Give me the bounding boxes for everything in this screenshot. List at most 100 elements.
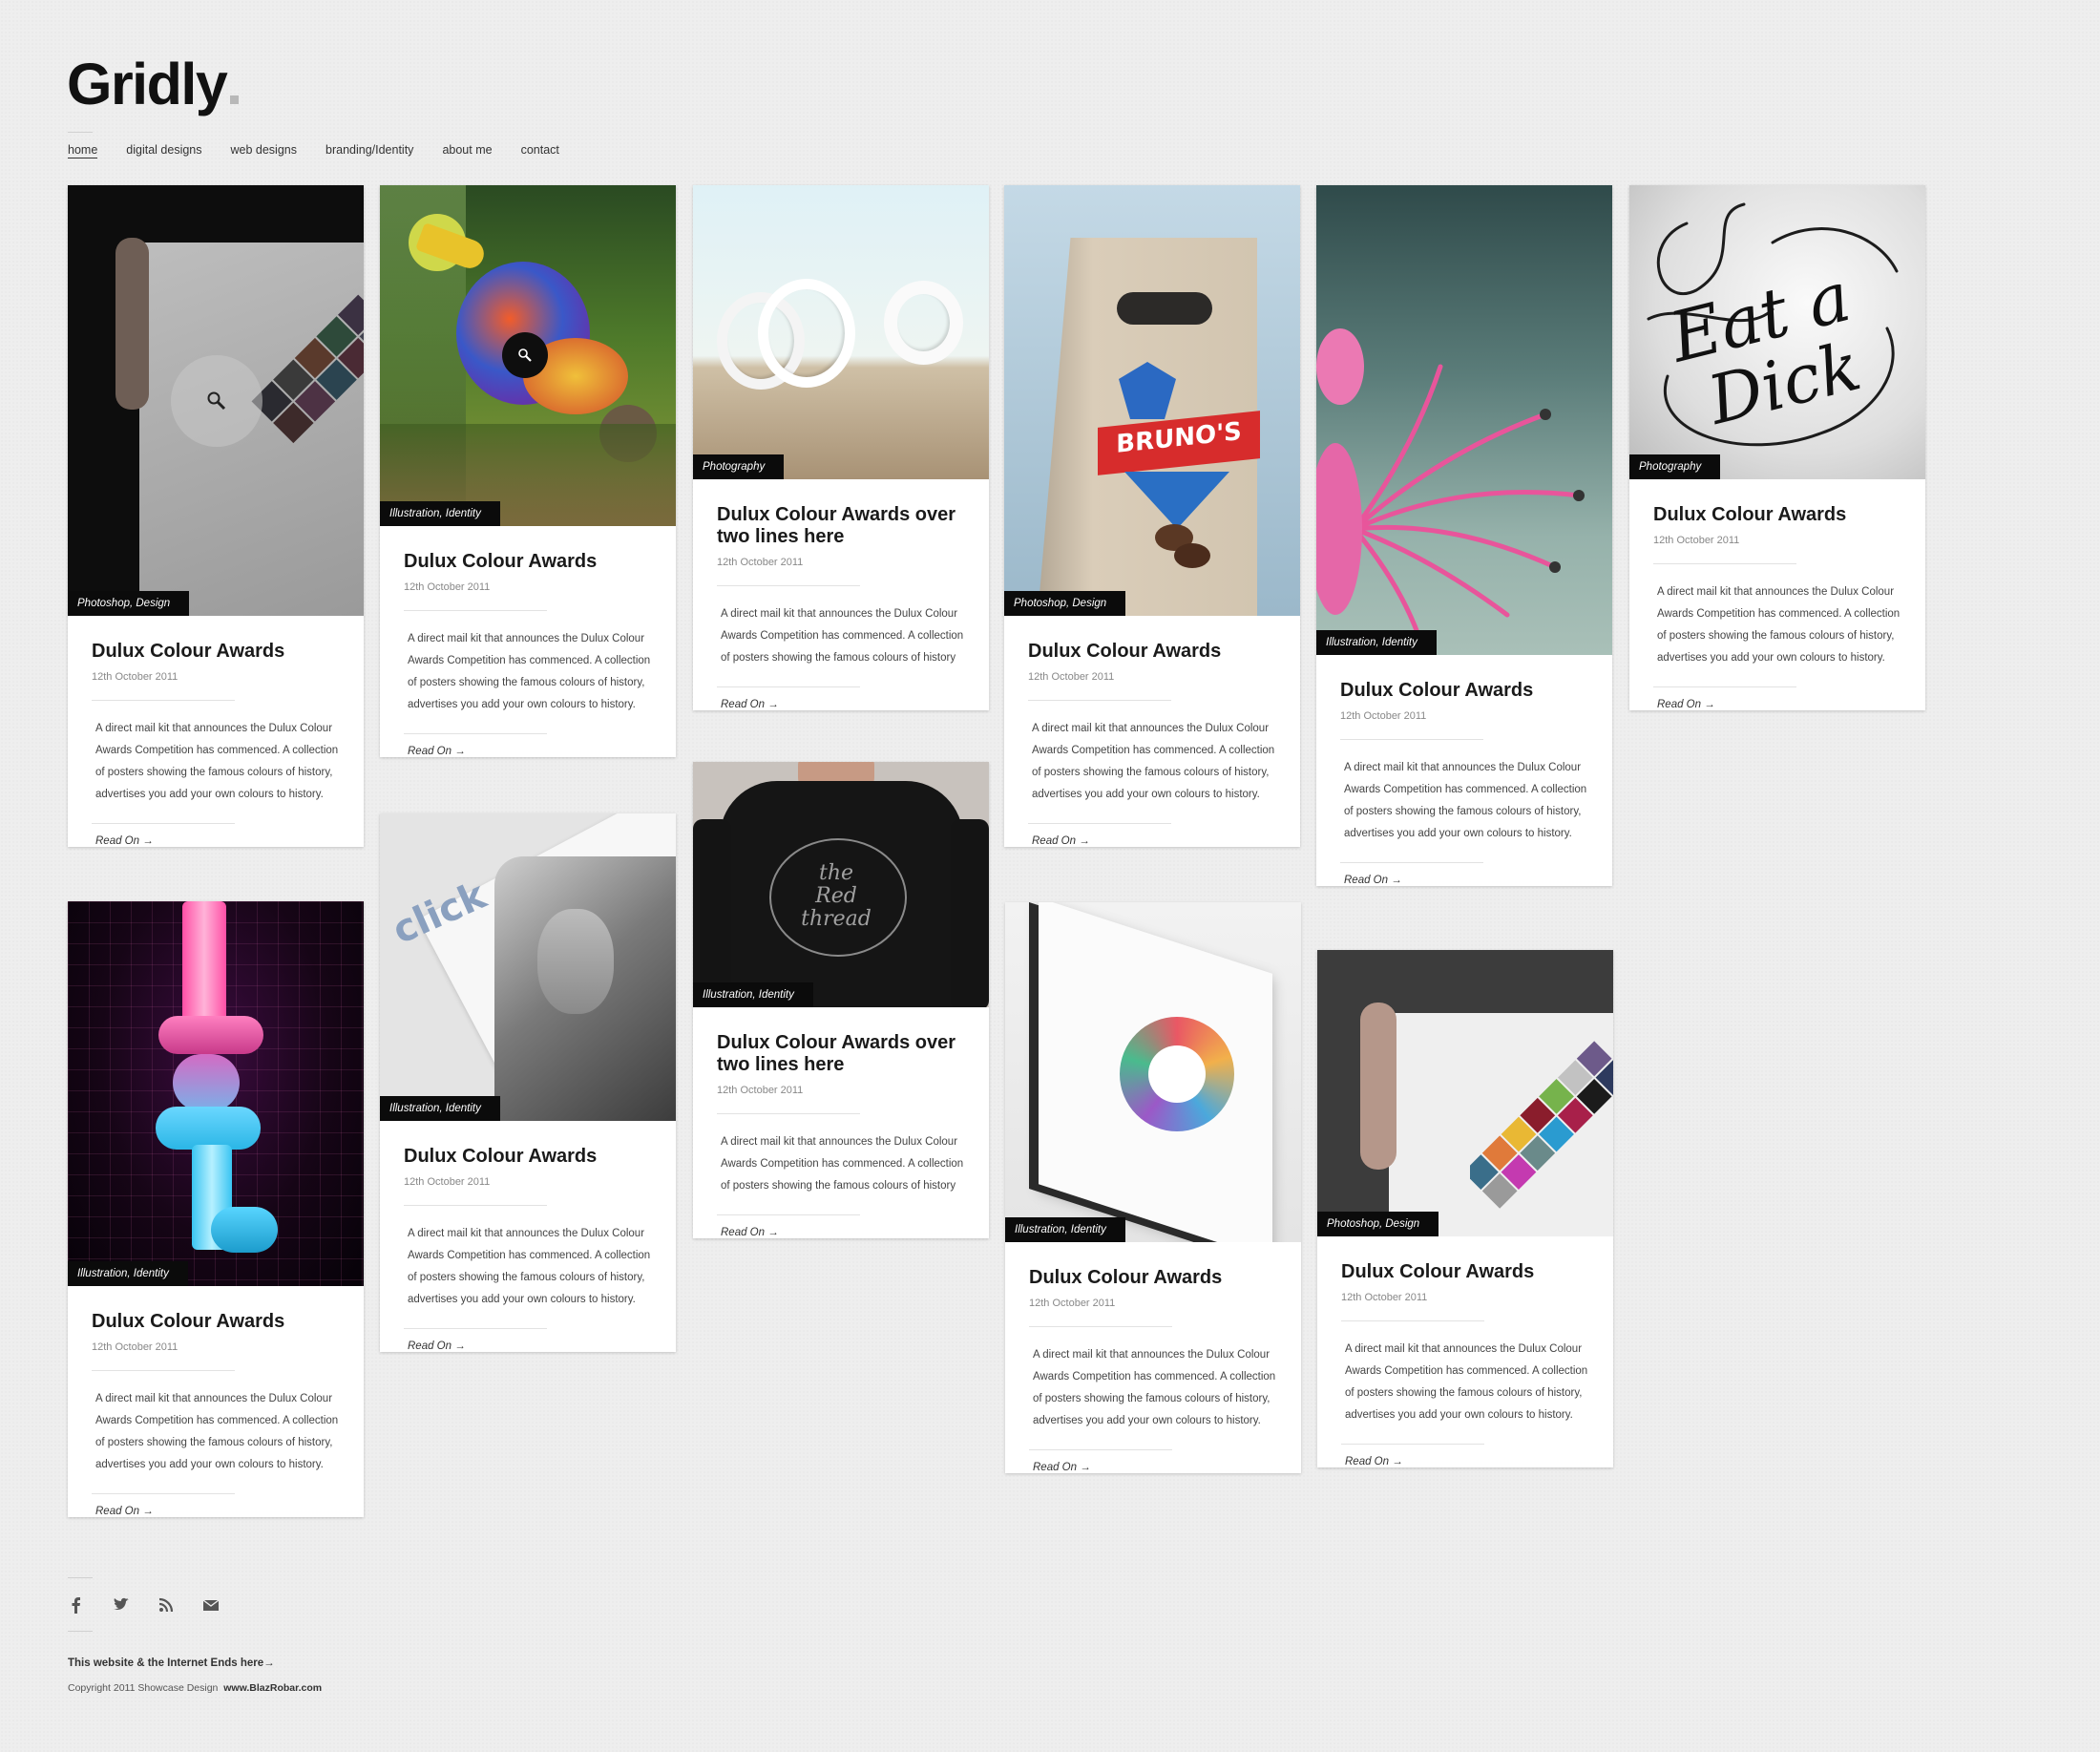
- card-thumbnail[interactable]: Illustration, Identity: [68, 901, 364, 1286]
- read-on-link[interactable]: Read On →: [92, 1506, 340, 1517]
- post-title[interactable]: Dulux Colour Awards: [92, 641, 340, 663]
- category-tag[interactable]: Photography: [1629, 454, 1721, 479]
- post-date: 12th October 2011: [717, 557, 804, 568]
- post-date: 12th October 2011: [1340, 710, 1427, 722]
- search-icon: [518, 348, 532, 362]
- divider: [92, 823, 235, 824]
- card-thumbnail[interactable]: Photoshop, Design: [1317, 950, 1613, 1236]
- nav-digital-designs[interactable]: digital designs: [126, 143, 201, 158]
- card-thumbnail[interactable]: Illustration, Identity: [1316, 185, 1612, 655]
- card-thumbnail[interactable]: Photography: [693, 185, 989, 479]
- post-description: A direct mail kit that announces the Dul…: [408, 1228, 651, 1305]
- post-title[interactable]: Dulux Colour Awards: [1028, 641, 1276, 663]
- divider: [717, 1113, 860, 1114]
- read-on-link[interactable]: Read On →: [92, 835, 340, 847]
- post-date: 12th October 2011: [404, 1176, 491, 1188]
- category-tag[interactable]: Illustration, Identity: [693, 982, 813, 1007]
- divider: [92, 1370, 235, 1371]
- post-date: 12th October 2011: [717, 1085, 804, 1096]
- post-title[interactable]: Dulux Colour Awards: [1653, 504, 1901, 526]
- category-tag[interactable]: Photoshop, Design: [1004, 591, 1126, 616]
- footer-copyright: Copyright 2011 Showcase Design www.BlazR…: [68, 1682, 322, 1694]
- divider: [404, 1328, 547, 1329]
- card-thumbnail[interactable]: BRUNO'S Photoshop, Design: [1004, 185, 1300, 616]
- read-on-link[interactable]: Read On →: [404, 1340, 652, 1352]
- divider: [1029, 1449, 1172, 1450]
- main-nav: home digital designs web designs brandin…: [68, 143, 559, 158]
- post-date: 12th October 2011: [1029, 1298, 1116, 1309]
- rss-icon[interactable]: [158, 1597, 174, 1613]
- card-thumbnail[interactable]: Illustration, Identity: [380, 185, 676, 526]
- portfolio-card: Photoshop, Design Dulux Colour Awards 12…: [68, 185, 364, 847]
- portfolio-card: click Illustration, Identity Dulux Colou…: [380, 813, 676, 1352]
- category-tag[interactable]: Illustration, Identity: [1316, 630, 1437, 655]
- portfolio-card: Eat a Dick Photography Dulux Colour Awar…: [1629, 185, 1925, 710]
- divider: [1028, 823, 1171, 824]
- read-on-link[interactable]: Read On →: [1029, 1462, 1277, 1473]
- nav-home[interactable]: home: [68, 143, 98, 158]
- search-icon: [207, 391, 226, 411]
- logo-text: Gridly: [67, 52, 228, 116]
- mail-icon[interactable]: [202, 1598, 220, 1612]
- nav-web-designs[interactable]: web designs: [231, 143, 298, 158]
- read-on-link[interactable]: Read On →: [404, 746, 652, 757]
- read-on-link[interactable]: Read On →: [717, 1227, 965, 1238]
- post-title[interactable]: Dulux Colour Awards over two lines here: [717, 504, 965, 548]
- nav-branding-identity[interactable]: branding/Identity: [326, 143, 413, 158]
- card-thumbnail[interactable]: click Illustration, Identity: [380, 813, 676, 1121]
- post-title[interactable]: Dulux Colour Awards: [404, 1146, 652, 1168]
- portfolio-card: Illustration, Identity Dulux Colour Awar…: [68, 901, 364, 1517]
- read-on-link[interactable]: Read On →: [1340, 875, 1588, 886]
- post-title[interactable]: Dulux Colour Awards: [1029, 1267, 1277, 1289]
- read-on-link[interactable]: Read On →: [1653, 699, 1901, 710]
- read-on-link[interactable]: Read On →: [1341, 1456, 1589, 1467]
- divider: [717, 1214, 860, 1215]
- portfolio-card: BRUNO'S Photoshop, Design Dulux Colour A…: [1004, 185, 1300, 847]
- post-title[interactable]: Dulux Colour Awards: [1341, 1261, 1589, 1283]
- nav-contact[interactable]: contact: [521, 143, 559, 158]
- divider: [404, 610, 547, 611]
- post-title[interactable]: Dulux Colour Awards: [92, 1311, 340, 1333]
- site-logo[interactable]: Gridly: [67, 52, 240, 116]
- twitter-icon[interactable]: [113, 1597, 130, 1613]
- divider: [717, 686, 860, 687]
- portfolio-card: Photography Dulux Colour Awards over two…: [693, 185, 989, 710]
- post-date: 12th October 2011: [1028, 671, 1115, 683]
- category-tag[interactable]: Illustration, Identity: [380, 501, 500, 526]
- post-description: A direct mail kit that announces the Dul…: [1344, 762, 1587, 839]
- card-thumbnail[interactable]: Eat a Dick Photography: [1629, 185, 1925, 479]
- portfolio-card: Illustration, Identity Dulux Colour Awar…: [1005, 902, 1301, 1473]
- post-description: A direct mail kit that announces the Dul…: [95, 1393, 339, 1470]
- footer-tagline[interactable]: This website & the Internet Ends here→: [68, 1657, 275, 1669]
- category-tag[interactable]: Photography: [693, 454, 785, 479]
- read-on-link[interactable]: Read On →: [1028, 835, 1276, 847]
- category-tag[interactable]: Illustration, Identity: [68, 1261, 188, 1286]
- post-title[interactable]: Dulux Colour Awards over two lines here: [717, 1032, 965, 1076]
- calligraphy-art: Eat a Dick: [1647, 202, 1899, 447]
- post-date: 12th October 2011: [1653, 535, 1740, 546]
- color-grid-art: [1470, 1041, 1613, 1209]
- divider: [1653, 563, 1796, 564]
- read-on-link[interactable]: Read On →: [717, 699, 965, 710]
- copyright-text: Copyright 2011 Showcase Design: [68, 1682, 219, 1694]
- footer-divider: [68, 1631, 93, 1632]
- header-divider: [68, 132, 93, 133]
- card-thumbnail[interactable]: the Red thread Illustration, Identity: [693, 762, 989, 1007]
- category-tag[interactable]: Photoshop, Design: [1317, 1212, 1439, 1236]
- post-description: A direct mail kit that announces the Dul…: [1033, 1349, 1276, 1426]
- facebook-icon[interactable]: [69, 1596, 84, 1614]
- nav-about-me[interactable]: about me: [442, 143, 492, 158]
- category-tag[interactable]: Illustration, Identity: [1005, 1217, 1125, 1242]
- footer-site-link[interactable]: www.BlazRobar.com: [223, 1682, 322, 1694]
- category-tag[interactable]: Illustration, Identity: [380, 1096, 500, 1121]
- post-title[interactable]: Dulux Colour Awards: [1340, 680, 1588, 702]
- post-description: A direct mail kit that announces the Dul…: [721, 1136, 964, 1192]
- category-tag[interactable]: Photoshop, Design: [68, 591, 190, 616]
- card-thumbnail[interactable]: Photoshop, Design: [68, 185, 364, 616]
- card-thumbnail[interactable]: Illustration, Identity: [1005, 902, 1301, 1242]
- post-date: 12th October 2011: [92, 1341, 178, 1353]
- divider: [1653, 686, 1796, 687]
- logo-dot: [230, 95, 240, 104]
- post-title[interactable]: Dulux Colour Awards: [404, 551, 652, 573]
- divider: [717, 585, 860, 586]
